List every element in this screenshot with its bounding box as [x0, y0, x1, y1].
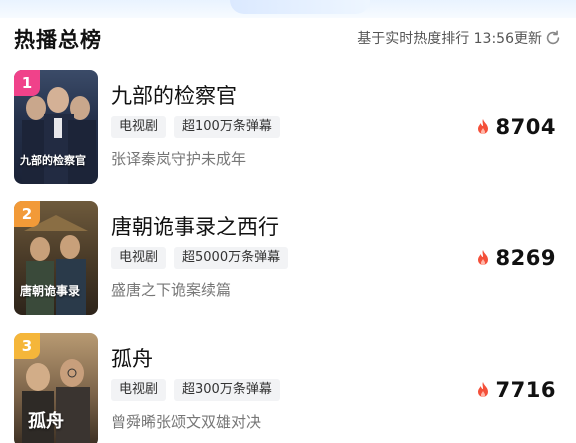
top-banner-tab	[230, 0, 370, 14]
show-title[interactable]: 九部的检察官	[111, 80, 237, 110]
tag-list: 电视剧 超100万条弹幕	[111, 116, 280, 138]
poster-title: 唐朝诡事录	[20, 284, 81, 298]
tag-category: 电视剧	[111, 247, 167, 269]
list-item[interactable]: 1 九部的检察官 九部的检察官 电视剧 超100万条弹幕 张译秦岚守护未成年 8…	[0, 70, 576, 192]
poster-title: 孤舟	[28, 411, 64, 432]
tag-danmaku: 超100万条弹幕	[174, 116, 280, 138]
show-title[interactable]: 唐朝诡事录之西行	[111, 211, 279, 241]
fire-icon	[477, 382, 488, 397]
tag-category: 电视剧	[111, 116, 167, 138]
show-subtitle: 盛唐之下诡案续篇	[111, 281, 232, 299]
heat-score: 8269	[475, 246, 556, 270]
heat-score: 7716	[475, 378, 556, 402]
rank-badge: 2	[14, 201, 40, 227]
heat-score: 8704	[475, 115, 556, 139]
fire-icon	[477, 119, 488, 134]
refresh-icon[interactable]	[544, 29, 562, 47]
heat-value: 7716	[495, 378, 556, 402]
show-subtitle: 张译秦岚守护未成年	[111, 150, 247, 168]
update-time-text: 基于实时热度排行 13:56更新	[357, 31, 542, 47]
poster-image[interactable]: 1 九部的检察官	[14, 70, 98, 184]
poster-image[interactable]: 2 唐朝诡事录	[14, 201, 98, 315]
poster-image[interactable]: 3 孤舟	[14, 333, 98, 443]
tag-list: 电视剧 超300万条弹幕	[111, 379, 280, 401]
list-item[interactable]: 2 唐朝诡事录 唐朝诡事录之西行 电视剧 超5000万条弹幕 盛唐之下诡案续篇 …	[0, 201, 576, 323]
header: 热播总榜 基于实时热度排行 13:56更新	[0, 18, 576, 60]
tag-category: 电视剧	[111, 379, 167, 401]
top-banner	[0, 0, 576, 18]
heat-value: 8704	[495, 115, 556, 139]
fire-icon	[477, 250, 488, 265]
rank-badge: 1	[14, 70, 40, 96]
tag-list: 电视剧 超5000万条弹幕	[111, 247, 289, 269]
list-item[interactable]: 3 孤舟 孤舟 电视剧 超300万条弹幕 曾舜晞张颂文双雄对决 7716	[0, 333, 576, 443]
heat-value: 8269	[495, 246, 556, 270]
page-title: 热播总榜	[14, 28, 102, 52]
rank-badge: 3	[14, 333, 40, 359]
show-subtitle: 曾舜晞张颂文双雄对决	[111, 413, 262, 431]
tag-danmaku: 超300万条弹幕	[174, 379, 280, 401]
show-title[interactable]: 孤舟	[111, 343, 153, 373]
poster-title: 九部的检察官	[20, 154, 86, 167]
tag-danmaku: 超5000万条弹幕	[174, 247, 289, 269]
